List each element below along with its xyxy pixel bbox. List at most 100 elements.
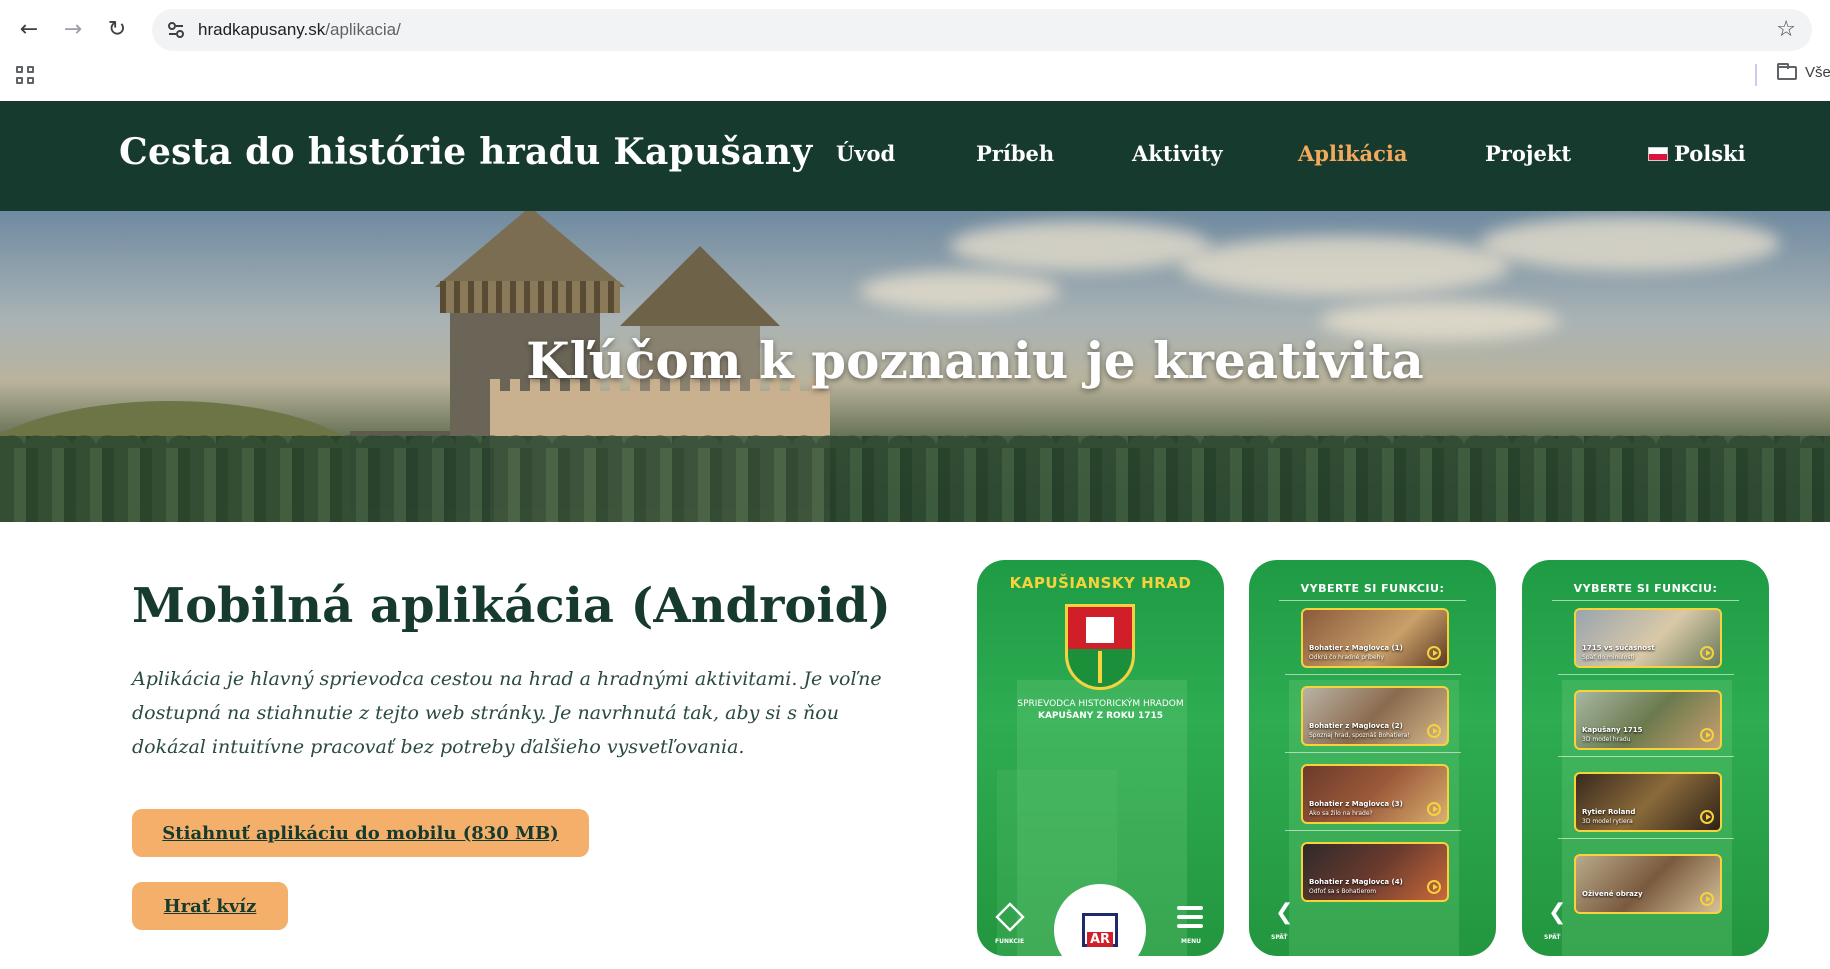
- app-bottom-bar: FUNKCIE AR MENU: [977, 884, 1224, 956]
- browser-chrome: ← → ↻ hradkapusany.sk/aplikacia/ ☆ Vše: [0, 0, 1830, 101]
- card-title: Bohatier z Maglovca (1): [1309, 644, 1403, 652]
- card-title: Bohatier z Maglovca (3): [1309, 800, 1403, 808]
- address-bar[interactable]: hradkapusany.sk/aplikacia/ ☆: [152, 9, 1812, 51]
- play-icon: [1427, 880, 1441, 894]
- card-title: 1715 vs súčasnosť: [1582, 644, 1655, 652]
- play-icon: [1427, 724, 1441, 738]
- divider: [1558, 838, 1734, 839]
- site-info-icon[interactable]: [166, 20, 186, 40]
- nav-item-polski[interactable]: Polski: [1648, 141, 1746, 166]
- bookmarks-folder-label: Vše: [1805, 64, 1830, 81]
- app-subtitle: SPRIEVODCA HISTORICKÝM HRADOM KAPUŠANY Z…: [977, 698, 1224, 722]
- url-host: hradkapusany.sk: [198, 20, 326, 39]
- play-icon: [1700, 892, 1714, 906]
- card-subtitle: Späť do minulosti: [1582, 654, 1635, 661]
- folder-icon: [1777, 62, 1797, 80]
- app-description: Aplikácia je hlavný sprievodca cestou na…: [132, 668, 882, 758]
- card-subtitle: Odfoť sa s Bohatierom: [1309, 888, 1377, 895]
- divider: [1285, 752, 1461, 753]
- nav-item-aktivity[interactable]: Aktivity: [1132, 141, 1223, 166]
- function-card: Bohatier z Maglovca (2) Spoznaj hrad, sp…: [1301, 686, 1449, 746]
- nav-item-aplikacia[interactable]: Aplikácia: [1298, 141, 1407, 166]
- app-title: KAPUŠIANSKY HRAD: [1009, 574, 1192, 592]
- url-path: /aplikacia/: [325, 20, 401, 39]
- play-icon: [1700, 810, 1714, 824]
- card-subtitle: Spoznaj hrad, spoznáš Bohatiera!: [1309, 732, 1410, 739]
- card-subtitle: Odkrú čo hradné príbehy: [1309, 654, 1385, 661]
- play-icon: [1427, 646, 1441, 660]
- card-subtitle: 3D model hradu: [1582, 736, 1631, 743]
- cloud: [950, 221, 1210, 271]
- castle-gallery: [440, 281, 620, 313]
- forward-arrow-icon[interactable]: →: [58, 14, 88, 44]
- nav-item-projekt[interactable]: Projekt: [1485, 141, 1571, 166]
- function-card: Bohatier z Maglovca (1) Odkrú čo hradné …: [1301, 608, 1449, 668]
- card-title: Bohatier z Maglovca (4): [1309, 878, 1403, 886]
- function-card: Rytier Roland 3D model rytiera: [1574, 772, 1722, 832]
- polish-flag-icon: [1648, 146, 1668, 161]
- coat-of-arms-icon: [1065, 604, 1135, 690]
- back-arrow-icon[interactable]: ←: [14, 14, 44, 44]
- app-screenshot-home: KAPUŠIANSKY HRAD SPRIEVODCA HISTORICKÝM …: [977, 560, 1224, 956]
- function-card: 1715 vs súčasnosť Späť do minulosti: [1574, 608, 1722, 668]
- back-label: SPÄŤ: [1544, 934, 1561, 941]
- app-screenshot-functions-1: VYBERTE SI FUNKCIU: Bohatier z Maglovca …: [1249, 560, 1496, 956]
- divider: [1558, 674, 1734, 675]
- bookmarks-divider: [1755, 64, 1757, 86]
- divider: [1552, 600, 1739, 601]
- cloud: [1480, 216, 1780, 271]
- card-title: Bohatier z Maglovca (2): [1309, 722, 1403, 730]
- url-text[interactable]: hradkapusany.sk/aplikacia/: [198, 20, 401, 40]
- apps-grid-icon[interactable]: [16, 66, 34, 84]
- divider: [1285, 830, 1461, 831]
- nav-item-polski-label: Polski: [1674, 141, 1746, 166]
- back-chevron-icon: ❮: [1548, 900, 1567, 925]
- function-card: Kapušany 1715 3D model hradu: [1574, 690, 1722, 750]
- divider: [1285, 674, 1461, 675]
- back-chevron-icon: ❮: [1275, 900, 1294, 925]
- menu-label: MENU: [1181, 938, 1201, 945]
- menu-icon: [1177, 906, 1203, 933]
- divider: [1558, 756, 1734, 757]
- card-subtitle: Ako sa žilo na hrade?: [1309, 810, 1373, 817]
- nav-item-uvod[interactable]: Úvod: [836, 141, 895, 166]
- castle-roof: [435, 211, 625, 287]
- play-icon: [1427, 802, 1441, 816]
- back-label: SPÄŤ: [1271, 934, 1288, 941]
- app-subtitle-line2: KAPUŠANY Z ROKU 1715: [1037, 711, 1164, 721]
- main-nav: Úvod Príbeh Aktivity Aplikácia Projekt P…: [0, 141, 1830, 181]
- ar-button: AR: [1054, 884, 1146, 956]
- app-screenshot-functions-2: VYBERTE SI FUNKCIU: 1715 vs súčasnosť Sp…: [1522, 560, 1769, 956]
- divider: [1279, 600, 1466, 601]
- app-subtitle-line1: SPRIEVODCA HISTORICKÝM HRADOM: [1017, 699, 1184, 709]
- play-quiz-button[interactable]: Hrať kvíz: [132, 882, 288, 930]
- bookmarks-folder[interactable]: Vše: [1777, 62, 1830, 81]
- castle-roof: [620, 246, 780, 326]
- card-title: Rytier Roland: [1582, 808, 1636, 816]
- site-header: Cesta do histórie hradu Kapušany Úvod Pr…: [0, 101, 1830, 211]
- cube-icon: [995, 902, 1025, 932]
- cloud: [1180, 236, 1510, 296]
- card-title: Kapušany 1715: [1582, 726, 1643, 734]
- play-icon: [1700, 646, 1714, 660]
- ar-castle-icon: AR: [1082, 913, 1118, 947]
- function-card: Oživené obrazy: [1574, 854, 1722, 914]
- function-card: Bohatier z Maglovca (4) Odfoť sa s Bohat…: [1301, 842, 1449, 902]
- ar-label: AR: [1086, 932, 1114, 947]
- bookmark-star-icon[interactable]: ☆: [1776, 17, 1796, 42]
- functions-heading: VYBERTE SI FUNKCIU:: [1573, 582, 1718, 595]
- hero-banner: Kľúčom k poznaniu je kreativita: [0, 211, 1830, 522]
- functions-heading: VYBERTE SI FUNKCIU:: [1300, 582, 1445, 595]
- cloud: [860, 271, 1060, 311]
- forest: [0, 418, 1830, 522]
- card-subtitle: 3D model rytiera: [1582, 818, 1633, 825]
- card-title: Oživené obrazy: [1582, 890, 1643, 898]
- nav-item-pribeh[interactable]: Príbeh: [976, 141, 1054, 166]
- play-icon: [1700, 728, 1714, 742]
- reload-icon[interactable]: ↻: [102, 14, 132, 44]
- page-title: Mobilná aplikácia (Android): [132, 578, 891, 634]
- funkcie-label: FUNKCIE: [995, 938, 1025, 945]
- function-card: Bohatier z Maglovca (3) Ako sa žilo na h…: [1301, 764, 1449, 824]
- hero-heading: Kľúčom k poznaniu je kreativita: [526, 331, 1424, 390]
- download-app-button[interactable]: Stiahnuť aplikáciu do mobilu (830 MB): [132, 809, 589, 857]
